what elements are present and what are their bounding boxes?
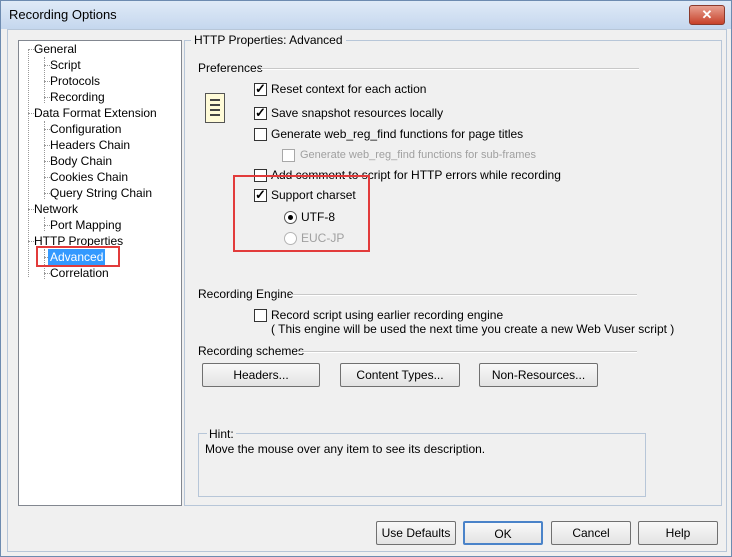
generate-page-titles-label: Generate web_reg_find functions for page… <box>271 127 524 141</box>
tree-connector <box>44 217 45 231</box>
tree-item-recording[interactable]: Recording <box>50 89 105 105</box>
preferences-heading: Preferences <box>198 61 263 75</box>
recording-engine-heading: Recording Engine <box>198 287 294 301</box>
tree-item-port-mapping[interactable]: Port Mapping <box>50 217 121 233</box>
recording-options-window: Recording Options ✕ General Script Proto… <box>0 0 732 557</box>
earlier-engine-label: Record script using earlier recording en… <box>271 308 504 322</box>
save-snapshot-label: Save snapshot resources locally <box>271 106 444 120</box>
tree-item-correlation[interactable]: Correlation <box>50 265 109 281</box>
cancel-button[interactable]: Cancel <box>551 521 631 545</box>
earlier-engine-note: ( This engine will be used the next time… <box>271 322 675 336</box>
options-tree: General Script Protocols Recording Data … <box>18 40 182 506</box>
reset-context-label: Reset context for each action <box>271 82 427 96</box>
recording-engine-divider <box>291 294 637 296</box>
recording-schemes-heading: Recording schemes <box>198 344 305 358</box>
settings-panel: HTTP Properties: Advanced Preferences ✓ … <box>184 33 722 506</box>
panel-title: HTTP Properties: Advanced <box>191 33 346 47</box>
tree-item-network[interactable]: Network <box>34 201 78 217</box>
generate-page-titles-checkbox[interactable] <box>254 128 267 141</box>
content-types-button[interactable]: Content Types... <box>340 363 460 387</box>
hint-text: Move the mouse over any item to see its … <box>205 442 486 456</box>
preferences-divider <box>261 68 639 70</box>
tree-connector <box>44 121 45 199</box>
close-button[interactable]: ✕ <box>689 5 725 25</box>
tree-item-data-format-extension[interactable]: Data Format Extension <box>34 105 157 121</box>
title-bar: Recording Options ✕ <box>1 1 731 29</box>
help-button[interactable]: Help <box>638 521 718 545</box>
tree-item-cookies-chain[interactable]: Cookies Chain <box>50 169 128 185</box>
headers-button[interactable]: Headers... <box>202 363 320 387</box>
window-title: Recording Options <box>9 7 117 22</box>
tree-item-query-string-chain[interactable]: Query String Chain <box>50 185 152 201</box>
ok-button[interactable]: OK <box>463 521 543 545</box>
tree-item-general[interactable]: General <box>34 41 77 57</box>
generate-subframes-checkbox[interactable] <box>282 149 295 162</box>
dialog-content: General Script Protocols Recording Data … <box>7 29 727 552</box>
non-resources-button[interactable]: Non-Resources... <box>479 363 598 387</box>
tree-item-protocols[interactable]: Protocols <box>50 73 100 89</box>
recording-schemes-divider <box>297 351 637 353</box>
tree-item-body-chain[interactable]: Body Chain <box>50 153 112 169</box>
tree-item-headers-chain[interactable]: Headers Chain <box>50 137 130 153</box>
tree-connector <box>28 49 29 277</box>
generate-subframes-label: Generate web_reg_find functions for sub-… <box>300 149 537 161</box>
tree-item-script[interactable]: Script <box>50 57 81 73</box>
save-snapshot-checkbox[interactable]: ✓ <box>254 105 267 120</box>
hint-box: Hint: Move the mouse over any item to se… <box>198 427 646 497</box>
reset-context-checkbox[interactable]: ✓ <box>254 81 267 96</box>
use-defaults-button[interactable]: Use Defaults <box>376 521 456 545</box>
highlight-box-advanced <box>36 246 120 267</box>
hint-label: Hint: <box>207 427 236 441</box>
highlight-box-charset <box>233 175 370 252</box>
tree-item-configuration[interactable]: Configuration <box>50 121 121 137</box>
document-icon <box>205 93 225 123</box>
earlier-engine-checkbox[interactable] <box>254 309 267 322</box>
